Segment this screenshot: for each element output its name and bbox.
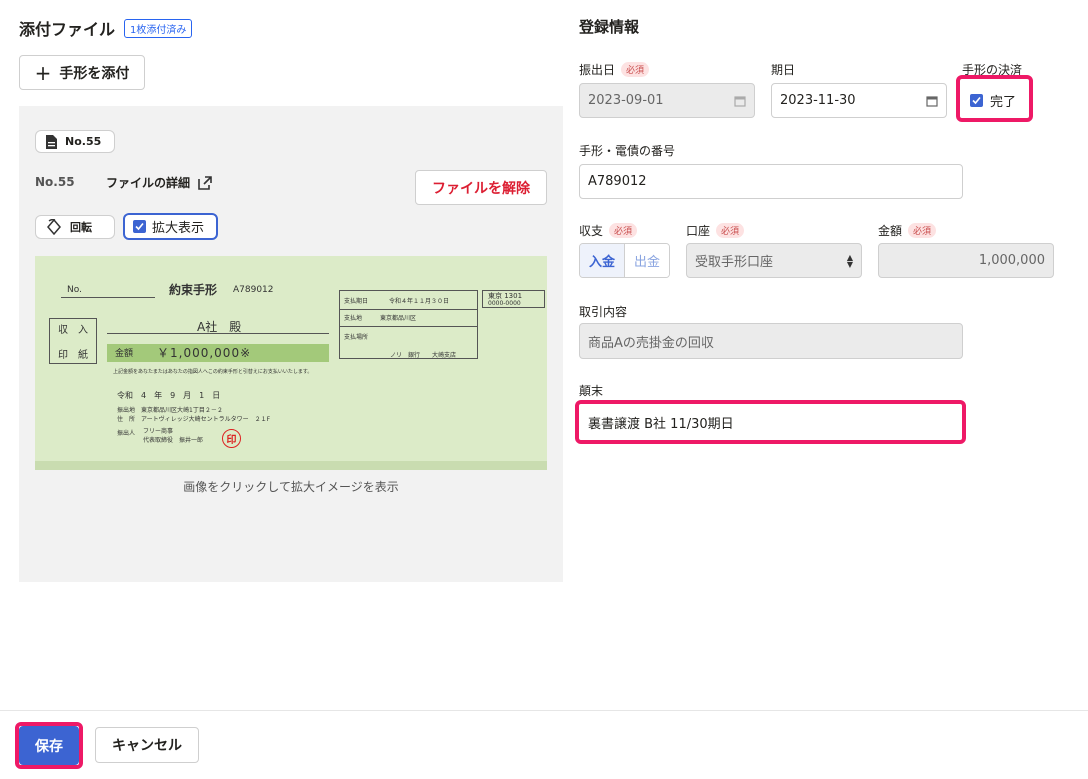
save-button[interactable]: 保存 bbox=[19, 726, 79, 765]
issue-date-input[interactable]: 2023-09-01 bbox=[579, 83, 755, 118]
document-pill[interactable]: No.55 bbox=[35, 130, 115, 153]
issue-date-label: 振出日 必須 bbox=[579, 61, 650, 78]
income-expense-toggle[interactable]: 入金 出金 bbox=[579, 243, 670, 278]
bill-no-label: No. bbox=[67, 285, 82, 295]
checkbox-checked-icon[interactable] bbox=[133, 220, 146, 233]
required-badge: 必須 bbox=[716, 223, 745, 238]
expense-option[interactable]: 出金 bbox=[625, 244, 669, 277]
document-number: No.55 bbox=[35, 175, 75, 189]
transaction-content-label: 取引内容 bbox=[579, 305, 628, 319]
attachment-count-badge: 1枚添付済み bbox=[124, 19, 193, 38]
account-label: 口座 必須 bbox=[686, 222, 745, 239]
rotate-icon bbox=[47, 219, 61, 235]
rotate-button[interactable]: 回転 bbox=[35, 215, 115, 239]
bill-number: A789012 bbox=[233, 285, 274, 295]
transaction-content-input[interactable]: 商品Aの売掛金の回収 bbox=[579, 323, 963, 359]
registration-title: 登録情報 bbox=[579, 18, 640, 36]
income-option[interactable]: 入金 bbox=[580, 244, 625, 277]
bill-number-input[interactable]: A789012 bbox=[579, 164, 963, 199]
seal-stamp: 印 bbox=[222, 429, 241, 448]
required-badge: 必須 bbox=[609, 223, 638, 238]
remove-file-button[interactable]: ファイルを解除 bbox=[415, 170, 547, 205]
file-detail-link[interactable]: ファイルの詳細 bbox=[106, 174, 212, 191]
due-date-label: 期日 bbox=[771, 63, 796, 77]
calendar-icon bbox=[734, 95, 746, 107]
document-icon bbox=[46, 134, 57, 149]
outcome-input[interactable]: 裏書譲渡 B社 11/30期日 bbox=[579, 404, 962, 440]
account-select[interactable]: 受取手形口座 ▲ ▼ bbox=[686, 243, 862, 278]
amount-label: 金額 必須 bbox=[878, 222, 937, 239]
required-badge: 必須 bbox=[621, 62, 650, 77]
bill-title: 約束手形 bbox=[169, 283, 218, 297]
cancel-button[interactable]: キャンセル bbox=[95, 727, 199, 763]
amount-input[interactable]: 1,000,000 bbox=[878, 243, 1054, 278]
income-expense-label: 収支 必須 bbox=[579, 222, 638, 239]
bill-number-label: 手形・電債の番号 bbox=[579, 144, 676, 158]
outcome-label: 顛末 bbox=[579, 384, 604, 398]
attachments-title: 添付ファイル bbox=[19, 20, 116, 39]
bill-amount: ￥1,000,000※ bbox=[157, 346, 252, 360]
external-link-icon bbox=[198, 175, 212, 190]
add-bill-button[interactable]: + 手形を添付 bbox=[19, 55, 145, 90]
zoom-toggle[interactable]: 拡大表示 bbox=[123, 213, 218, 240]
promissory-note-image[interactable]: No. 約束手形 A789012 収 入 印 紙 A社 殿 金額 ￥1,000,… bbox=[35, 256, 547, 470]
required-badge: 必須 bbox=[908, 223, 937, 238]
zoom-caption: 画像をクリックして拡大イメージを表示 bbox=[183, 480, 399, 494]
plus-icon: + bbox=[34, 60, 52, 85]
calendar-icon[interactable] bbox=[926, 95, 938, 107]
select-arrows-icon: ▲ ▼ bbox=[846, 252, 853, 269]
settlement-checkbox[interactable]: 完了 bbox=[970, 91, 1016, 110]
checkbox-checked-icon[interactable] bbox=[970, 94, 983, 107]
due-date-input[interactable]: 2023-11-30 bbox=[771, 83, 947, 118]
